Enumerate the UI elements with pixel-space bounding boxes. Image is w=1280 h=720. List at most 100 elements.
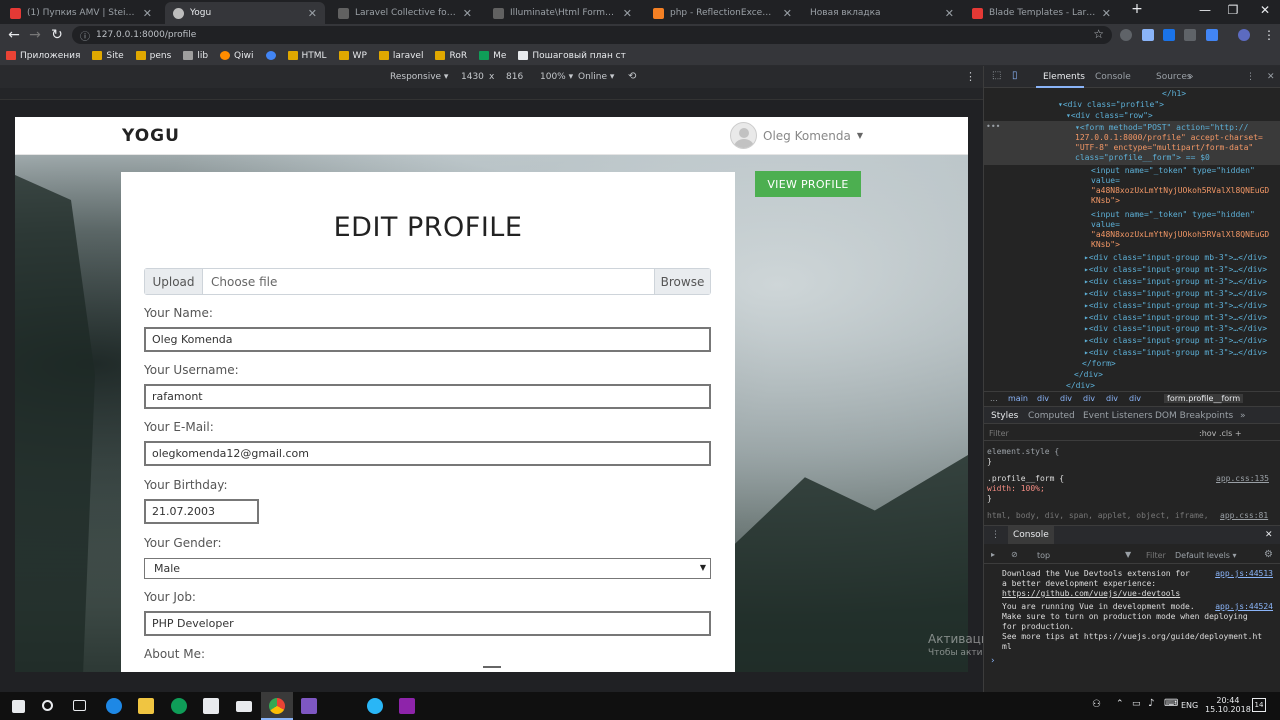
breadcrumb-item[interactable]: div — [1060, 394, 1072, 403]
more-options-icon[interactable]: ⋮ — [965, 70, 976, 83]
dom-node[interactable]: ▸<div class="input-group mt-3">…</div> — [1084, 265, 1267, 275]
info-icon[interactable]: ⓘ — [80, 28, 90, 43]
download-icon[interactable] — [1163, 29, 1175, 41]
user-menu[interactable]: Oleg Komenda ▼ — [730, 122, 863, 149]
file-upload-group[interactable]: Upload Choose file Browse — [144, 268, 711, 295]
back-button[interactable]: ← — [5, 26, 23, 44]
vpn-icon[interactable] — [1206, 29, 1218, 41]
tab-close-icon[interactable]: ✕ — [623, 7, 632, 20]
dom-node-selected[interactable]: ▾<form method="POST" action="http:// — [1075, 123, 1248, 133]
subtab-styles[interactable]: Styles — [991, 411, 1018, 421]
settings-gear-icon[interactable]: ⚙ — [1264, 549, 1273, 560]
console-filter-input[interactable]: Filter — [1146, 551, 1166, 560]
mail-icon[interactable] — [236, 701, 252, 712]
style-source-link[interactable]: app.css:81 — [1220, 511, 1268, 520]
forward-button[interactable]: → — [26, 26, 44, 44]
dom-node[interactable]: </h1> — [1162, 89, 1186, 99]
breadcrumb-item[interactable]: main — [1008, 394, 1028, 403]
tab-close-icon[interactable]: ✕ — [1102, 7, 1111, 20]
star-icon[interactable]: ☆ — [1093, 27, 1104, 41]
style-rule-line[interactable]: width: 100%; — [987, 484, 1045, 493]
view-profile-button[interactable]: VIEW PROFILE — [755, 171, 861, 197]
sidebar-toggle-icon[interactable]: ▸ — [991, 550, 995, 559]
drawer-close-icon[interactable]: ✕ — [1265, 530, 1273, 540]
people-icon[interactable]: ⚇ — [1092, 699, 1101, 710]
chrome-taskbar-button[interactable] — [261, 692, 293, 720]
bookmark-site[interactable]: Site — [92, 51, 124, 61]
shield-icon[interactable] — [1142, 29, 1154, 41]
new-tab-button[interactable]: + — [1122, 1, 1152, 17]
bookmark-plan[interactable]: Пошаговый план ст — [518, 51, 626, 61]
tab-elements[interactable]: Elements — [1043, 72, 1085, 82]
minimize-button[interactable]: — — [1190, 3, 1220, 17]
viewport-height-input[interactable]: 816 — [506, 72, 523, 82]
viewport-width-input[interactable]: 1430 — [461, 72, 484, 82]
dom-node[interactable]: ▸<div class="input-group mt-3">…</div> — [1084, 313, 1267, 323]
tab-sources[interactable]: Sources — [1156, 72, 1192, 82]
resize-handle[interactable] — [483, 666, 501, 668]
tab-more[interactable]: » — [1188, 72, 1194, 82]
console-link[interactable]: https://github.com/vuejs/vue-devtools — [1002, 589, 1272, 599]
devtools-menu-icon[interactable]: ⋮ — [1246, 72, 1255, 82]
styles-filter-input[interactable]: Filter — [989, 429, 1009, 438]
address-bar[interactable]: ⓘ 127.0.0.1:8000/profile ☆ — [72, 26, 1112, 44]
style-source-link[interactable]: app.css:135 — [1216, 474, 1269, 483]
tab-close-icon[interactable]: ✕ — [945, 7, 954, 20]
bookmark-laravel[interactable]: laravel — [378, 51, 423, 61]
username-input[interactable]: rafamont — [144, 384, 711, 409]
reload-button[interactable]: ↻ — [48, 26, 66, 44]
context-select[interactable]: top — [1037, 551, 1050, 560]
breadcrumb-item[interactable]: div — [1129, 394, 1141, 403]
device-toggle-icon[interactable]: ▯ — [1012, 70, 1018, 81]
dom-node[interactable]: </form> — [1082, 359, 1116, 369]
node-options-icon[interactable]: ••• — [986, 122, 1000, 132]
site-logo[interactable]: YOGU — [122, 126, 180, 146]
clock[interactable]: 20:44 15.10.2018 — [1205, 696, 1251, 714]
breadcrumb-item[interactable]: ... — [990, 394, 998, 403]
dom-node[interactable]: ▾<div class="profile"> — [1058, 100, 1164, 110]
clear-console-icon[interactable]: ⊘ — [1011, 550, 1018, 559]
subtab-dom-breakpoints[interactable]: DOM Breakpoints — [1155, 411, 1233, 421]
devtools-close-icon[interactable]: ✕ — [1267, 72, 1275, 82]
email-input[interactable]: olegkomenda12@gmail.com — [144, 441, 711, 466]
window-icon[interactable] — [1184, 29, 1196, 41]
network-throttle-select[interactable]: Online ▾ — [578, 72, 614, 82]
console-source-link[interactable]: app.js:44513 — [1215, 569, 1273, 578]
tray-chevron-icon[interactable]: ⌃ — [1116, 699, 1124, 709]
tab-stackoverflow[interactable]: php - ReflectionException: Class ✕ — [645, 2, 800, 24]
dom-node[interactable]: <input name="_token" type="hidden" — [1091, 166, 1255, 176]
browse-button[interactable]: Browse — [654, 269, 710, 294]
app-s-icon[interactable] — [171, 698, 187, 714]
subtab-computed[interactable]: Computed — [1028, 411, 1075, 421]
bookmark-globe[interactable] — [265, 51, 276, 60]
extension-icon[interactable] — [1120, 29, 1132, 41]
windows-start-icon[interactable] — [12, 700, 25, 713]
bookmark-pens[interactable]: pens — [135, 51, 171, 61]
edge-icon[interactable] — [106, 698, 122, 714]
bookmark-me[interactable]: Me — [479, 51, 506, 61]
language-indicator[interactable]: ENG — [1181, 701, 1198, 710]
subtab-event-listeners[interactable]: Event Listeners — [1083, 411, 1153, 421]
drawer-menu-icon[interactable]: ⋮ — [991, 530, 1000, 540]
log-levels-select[interactable]: Default levels ▾ — [1175, 551, 1237, 560]
keyboard-icon[interactable]: ⌨ — [1164, 698, 1178, 709]
menu-dots-icon[interactable]: ⋮ — [1260, 26, 1278, 44]
bookmark-apps[interactable]: Приложения — [6, 51, 80, 61]
tab-close-icon[interactable]: ✕ — [308, 7, 317, 20]
tab-console[interactable]: Console — [1095, 72, 1131, 82]
tab-blade-templates[interactable]: Blade Templates - Laravel - The P ✕ — [964, 2, 1119, 24]
dom-node[interactable]: ▸<div class="input-group mt-3">…</div> — [1084, 324, 1267, 334]
tab-new[interactable]: Новая вкладка ✕ — [802, 2, 962, 24]
tab-laravel-collective[interactable]: Laravel Collective form Country d ✕ — [330, 2, 480, 24]
gender-select[interactable]: Male ▼ — [144, 558, 711, 579]
tab-close-icon[interactable]: ✕ — [783, 7, 792, 20]
birthday-input[interactable]: 21.07.2003 — [144, 499, 259, 524]
context-dropdown-icon[interactable]: ▼ — [1125, 550, 1131, 559]
dom-node[interactable]: ▾<div class="row"> — [1066, 111, 1153, 121]
breadcrumb-item[interactable]: div — [1037, 394, 1049, 403]
file-explorer-icon[interactable] — [138, 698, 154, 714]
dom-node[interactable]: ▸<div class="input-group mt-3">…</div> — [1084, 301, 1267, 311]
tab-illuminate-form[interactable]: Illuminate\Html Form Country D ✕ — [485, 2, 640, 24]
job-input[interactable]: PHP Developer — [144, 611, 711, 636]
bookmark-ror[interactable]: RoR — [435, 51, 467, 61]
